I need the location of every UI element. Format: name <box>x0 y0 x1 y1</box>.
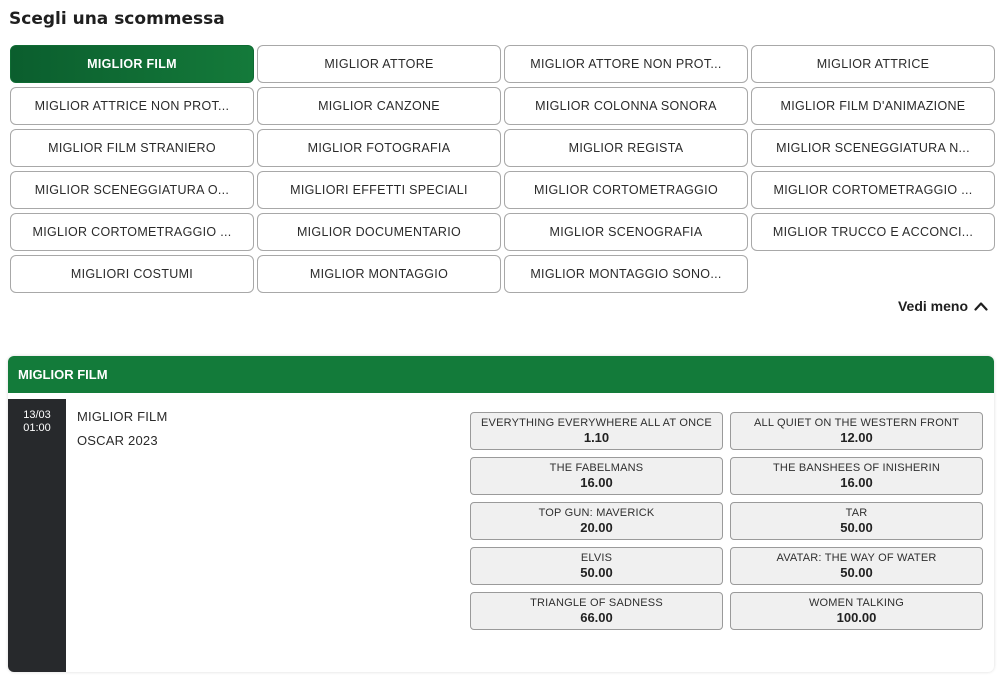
market-body: 13/03 01:00 MIGLIOR FILM OSCAR 2023 EVER… <box>8 393 994 672</box>
bet-type-label: MIGLIOR FILM D'ANIMAZIONE <box>780 99 966 113</box>
bet-type-label: MIGLIOR MONTAGGIO <box>309 267 449 281</box>
odds-button[interactable]: THE FABELMANS 16.00 <box>470 457 723 495</box>
bet-type-chip[interactable]: MIGLIOR ATTRICE <box>751 45 995 83</box>
show-less-toggle[interactable]: Vedi meno <box>898 298 988 314</box>
bet-type-label: MIGLIOR FILM <box>87 57 177 71</box>
event-date: 13/03 <box>23 409 51 421</box>
odds-selection-label: TAR <box>845 506 868 519</box>
odds-button[interactable]: AVATAR: THE WAY OF WATER 50.00 <box>730 547 983 585</box>
bet-type-chip[interactable]: MIGLIOR COLONNA SONORA <box>504 87 748 125</box>
bet-type-label: MIGLIOR DOCUMENTARIO <box>296 225 462 239</box>
event-time: 01:00 <box>23 422 51 434</box>
bet-type-chip[interactable]: MIGLIOR FOTOGRAFIA <box>257 129 501 167</box>
bet-type-chip[interactable]: MIGLIOR ATTRICE NON PROT... <box>10 87 254 125</box>
bet-type-chip[interactable]: MIGLIOR SCENEGGIATURA O... <box>10 171 254 209</box>
bet-type-chip[interactable]: MIGLIOR FILM D'ANIMAZIONE <box>751 87 995 125</box>
bet-type-chip[interactable]: MIGLIOR TRUCCO E ACCONCI... <box>751 213 995 251</box>
event-competition: OSCAR 2023 <box>77 433 158 448</box>
odds-selection-label: ELVIS <box>580 551 613 564</box>
odds-grid: EVERYTHING EVERYWHERE ALL AT ONCE 1.10 ALL… <box>470 412 983 630</box>
bet-type-label: MIGLIOR CORTOMETRAGGIO ... <box>32 225 232 239</box>
page-title: Scegli una scommessa <box>9 9 225 29</box>
bet-type-chip[interactable]: MIGLIOR DOCUMENTARIO <box>257 213 501 251</box>
odds-selection-label: THE BANSHEES OF INISHERIN <box>773 461 940 474</box>
bet-type-chip[interactable]: MIGLIOR MONTAGGIO <box>257 255 501 293</box>
odds-button[interactable]: WOMEN TALKING 100.00 <box>730 592 983 630</box>
bet-type-chip[interactable]: MIGLIOR REGISTA <box>504 129 748 167</box>
odds-value: 50.00 <box>840 519 873 535</box>
odds-value: 20.00 <box>580 519 613 535</box>
bet-type-chip[interactable]: MIGLIORI EFFETTI SPECIALI <box>257 171 501 209</box>
bet-type-chip[interactable]: MIGLIOR SCENOGRAFIA <box>504 213 748 251</box>
bet-type-label: MIGLIOR FOTOGRAFIA <box>307 141 451 155</box>
bet-type-label: MIGLIOR SCENEGGIATURA O... <box>34 183 230 197</box>
bet-type-grid: MIGLIOR FILM MIGLIOR ATTORE MIGLIOR ATTORE… <box>10 45 995 293</box>
bet-type-label: MIGLIOR FILM STRANIERO <box>48 141 216 155</box>
odds-value: 16.00 <box>840 474 873 490</box>
bet-type-label: MIGLIOR ATTRICE <box>816 57 930 71</box>
bet-type-label: MIGLIORI EFFETTI SPECIALI <box>290 183 468 197</box>
bet-type-chip[interactable]: MIGLIOR CORTOMETRAGGIO ... <box>751 171 995 209</box>
bet-type-label: MIGLIOR CANZONE <box>318 99 440 113</box>
bet-type-chip[interactable]: MIGLIOR FILM STRANIERO <box>10 129 254 167</box>
odds-selection-label: THE FABELMANS <box>549 461 644 474</box>
bet-type-chip[interactable]: MIGLIOR FILM <box>10 45 254 83</box>
bet-type-chip[interactable]: MIGLIOR ATTORE <box>257 45 501 83</box>
odds-selection-label: EVERYTHING EVERYWHERE ALL AT ONCE <box>481 416 712 429</box>
odds-value: 1.10 <box>583 429 610 445</box>
bet-type-label: MIGLIOR SCENEGGIATURA N... <box>776 141 970 155</box>
odds-selection-label: AVATAR: THE WAY OF WATER <box>776 551 937 564</box>
odds-button[interactable]: EVERYTHING EVERYWHERE ALL AT ONCE 1.10 <box>470 412 723 450</box>
bet-type-label: MIGLIOR CORTOMETRAGGIO <box>534 183 718 197</box>
odds-button[interactable]: ALL QUIET ON THE WESTERN FRONT 12.00 <box>730 412 983 450</box>
odds-value: 100.00 <box>836 609 877 625</box>
bet-type-label: MIGLIOR SCENOGRAFIA <box>549 225 703 239</box>
odds-selection-label: WOMEN TALKING <box>808 596 905 609</box>
odds-value: 12.00 <box>840 429 873 445</box>
odds-value: 16.00 <box>580 474 613 490</box>
odds-selection-label: ALL QUIET ON THE WESTERN FRONT <box>753 416 960 429</box>
odds-button[interactable]: THE BANSHEES OF INISHERIN 16.00 <box>730 457 983 495</box>
odds-button[interactable]: TRIANGLE OF SADNESS 66.00 <box>470 592 723 630</box>
chevron-up-icon <box>974 302 988 311</box>
bet-type-chip[interactable]: MIGLIOR MONTAGGIO SONO... <box>504 255 748 293</box>
odds-button[interactable]: ELVIS 50.00 <box>470 547 723 585</box>
bet-type-label: MIGLIOR ATTORE NON PROT... <box>530 57 722 71</box>
event-name: MIGLIOR FILM <box>77 409 168 424</box>
odds-button[interactable]: TOP GUN: MAVERICK 20.00 <box>470 502 723 540</box>
bet-type-label: MIGLIOR ATTORE <box>324 57 434 71</box>
odds-button[interactable]: TAR 50.00 <box>730 502 983 540</box>
event-datetime: 13/03 01:00 <box>8 399 66 672</box>
bet-type-label: MIGLIOR COLONNA SONORA <box>535 99 717 113</box>
event-info: MIGLIOR FILM OSCAR 2023 <box>77 409 168 457</box>
odds-value: 66.00 <box>580 609 613 625</box>
bet-type-label: MIGLIOR REGISTA <box>568 141 684 155</box>
odds-value: 50.00 <box>840 564 873 580</box>
odds-value: 50.00 <box>580 564 613 580</box>
bet-type-label: MIGLIOR MONTAGGIO SONO... <box>530 267 722 281</box>
show-less-label: Vedi meno <box>897 298 968 314</box>
bet-type-chip[interactable]: MIGLIOR SCENEGGIATURA N... <box>751 129 995 167</box>
bet-type-chip[interactable]: MIGLIORI COSTUMI <box>10 255 254 293</box>
market-header: MIGLIOR FILM <box>8 356 994 393</box>
bet-type-chip[interactable]: MIGLIOR CORTOMETRAGGIO ... <box>10 213 254 251</box>
bet-type-label: MIGLIOR CORTOMETRAGGIO ... <box>773 183 973 197</box>
market-panel: MIGLIOR FILM 13/03 01:00 MIGLIOR FILM OS… <box>8 356 994 672</box>
bet-type-label: MIGLIORI COSTUMI <box>70 267 194 281</box>
bet-type-chip[interactable]: MIGLIOR CANZONE <box>257 87 501 125</box>
odds-selection-label: TRIANGLE OF SADNESS <box>530 596 663 609</box>
bet-type-label: MIGLIOR TRUCCO E ACCONCI... <box>772 225 974 239</box>
bet-type-label: MIGLIOR ATTRICE NON PROT... <box>34 99 230 113</box>
bet-type-chip[interactable]: MIGLIOR ATTORE NON PROT... <box>504 45 748 83</box>
bet-type-chip[interactable]: MIGLIOR CORTOMETRAGGIO <box>504 171 748 209</box>
odds-selection-label: TOP GUN: MAVERICK <box>538 506 655 519</box>
